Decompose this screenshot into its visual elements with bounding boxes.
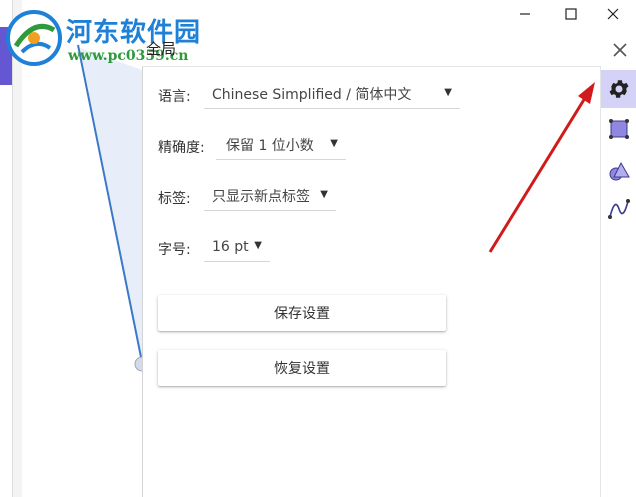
restore-settings-button[interactable]: 恢复设置 [158,350,446,386]
precision-label: 精确度: [158,140,205,156]
precision-value: 保留 1 位小数 [226,137,314,154]
precision-select[interactable]: 保留 1 位小数 ▼ [216,130,346,160]
graphics-view-edge [12,0,22,497]
settings-panel [142,66,601,497]
minimize-button[interactable] [502,0,548,28]
toolbar-polygon[interactable] [601,110,636,148]
language-label: 语言: [158,89,191,105]
font-size-value: 16 pt [212,238,249,255]
chevron-down-icon: ▼ [444,87,452,98]
gear-icon [609,80,628,98]
font-size-select[interactable]: 16 pt ▼ [204,232,270,262]
shape-icon [609,161,630,181]
labeling-label: 标签: [158,191,191,207]
toolbar-shapes[interactable] [601,152,636,190]
save-settings-button[interactable]: 保存设置 [158,295,446,331]
right-toolbar [601,68,636,497]
polygon-icon [608,119,629,139]
close-icon [607,8,619,20]
window-close-button[interactable] [590,0,636,28]
left-divider [12,0,13,497]
maximize-icon [565,8,577,20]
chevron-down-icon: ▼ [330,138,338,149]
maximize-button[interactable] [548,0,594,28]
minimize-icon [520,13,530,15]
tab-global[interactable]: 全局 [146,38,176,59]
labeling-select[interactable]: 只显示新点标签 ▼ [204,181,336,211]
watermark-logo-icon [6,10,62,66]
language-value: Chinese Simplified / 简体中文 [212,86,412,103]
chevron-down-icon: ▼ [254,240,262,251]
close-icon [613,43,627,57]
toolbar-settings[interactable] [601,70,636,108]
toolbar-function[interactable] [601,190,636,228]
chevron-down-icon: ▼ [320,189,328,200]
labeling-value: 只显示新点标签 [212,188,310,205]
font-size-label: 字号: [158,242,191,258]
function-icon [607,199,630,219]
app-window: 河东软件园 www.pc0359.cn 全局 语言: Chinese Simpl… [0,0,636,497]
watermark-title: 河东软件园 [66,18,202,48]
language-select[interactable]: Chinese Simplified / 简体中文 ▼ [204,79,460,109]
settings-close-button[interactable] [608,38,632,62]
